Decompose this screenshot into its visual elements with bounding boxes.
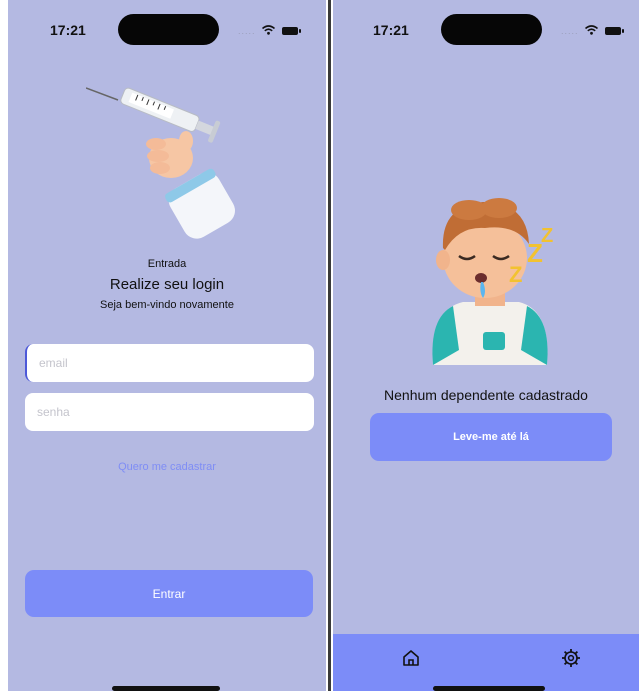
login-caption: Entrada xyxy=(147,258,187,270)
gear-icon[interactable] xyxy=(559,646,583,670)
empty-state-message: Nenhum dependente cadastrado xyxy=(384,387,588,403)
dynamic-island xyxy=(441,14,542,45)
login-screen: 17:21 ..... Entrada Realize seu login Se… xyxy=(8,0,326,691)
home-indicator xyxy=(112,686,220,691)
syringe-hand-illustration xyxy=(86,87,235,239)
sleeping-boy-illustration: Z Z Z xyxy=(432,198,553,365)
screen-divider xyxy=(326,0,333,691)
status-time: 17:21 xyxy=(373,22,409,38)
wifi-icon xyxy=(585,25,598,35)
login-button[interactable]: Entrar xyxy=(25,570,313,617)
battery-icon xyxy=(282,27,301,35)
svg-text:Z: Z xyxy=(541,225,553,247)
dynamic-island xyxy=(118,14,219,45)
tab-bar xyxy=(333,634,639,691)
wifi-icon xyxy=(262,25,275,35)
battery-icon xyxy=(605,27,624,35)
status-bar: 17:21 ..... xyxy=(8,0,326,45)
password-field[interactable] xyxy=(25,393,314,431)
go-to-register-button[interactable]: Leve-me até lá xyxy=(370,413,612,461)
signal-icon: ..... xyxy=(561,26,579,36)
home-indicator xyxy=(433,686,545,691)
signal-icon: ..... xyxy=(238,26,256,36)
home-icon[interactable] xyxy=(399,646,423,670)
email-field[interactable] xyxy=(25,344,314,382)
login-subtitle: Seja bem-vindo novamente xyxy=(100,299,234,311)
status-time: 17:21 xyxy=(50,22,86,38)
register-link[interactable]: Quero me cadastrar xyxy=(8,461,326,473)
empty-dependents-screen: 17:21 ..... Z Z Z Nenhum dependente cada… xyxy=(333,0,639,691)
svg-text:Z: Z xyxy=(509,262,522,287)
status-bar: 17:21 ..... xyxy=(333,0,639,45)
login-title: Realize seu login xyxy=(109,276,225,293)
